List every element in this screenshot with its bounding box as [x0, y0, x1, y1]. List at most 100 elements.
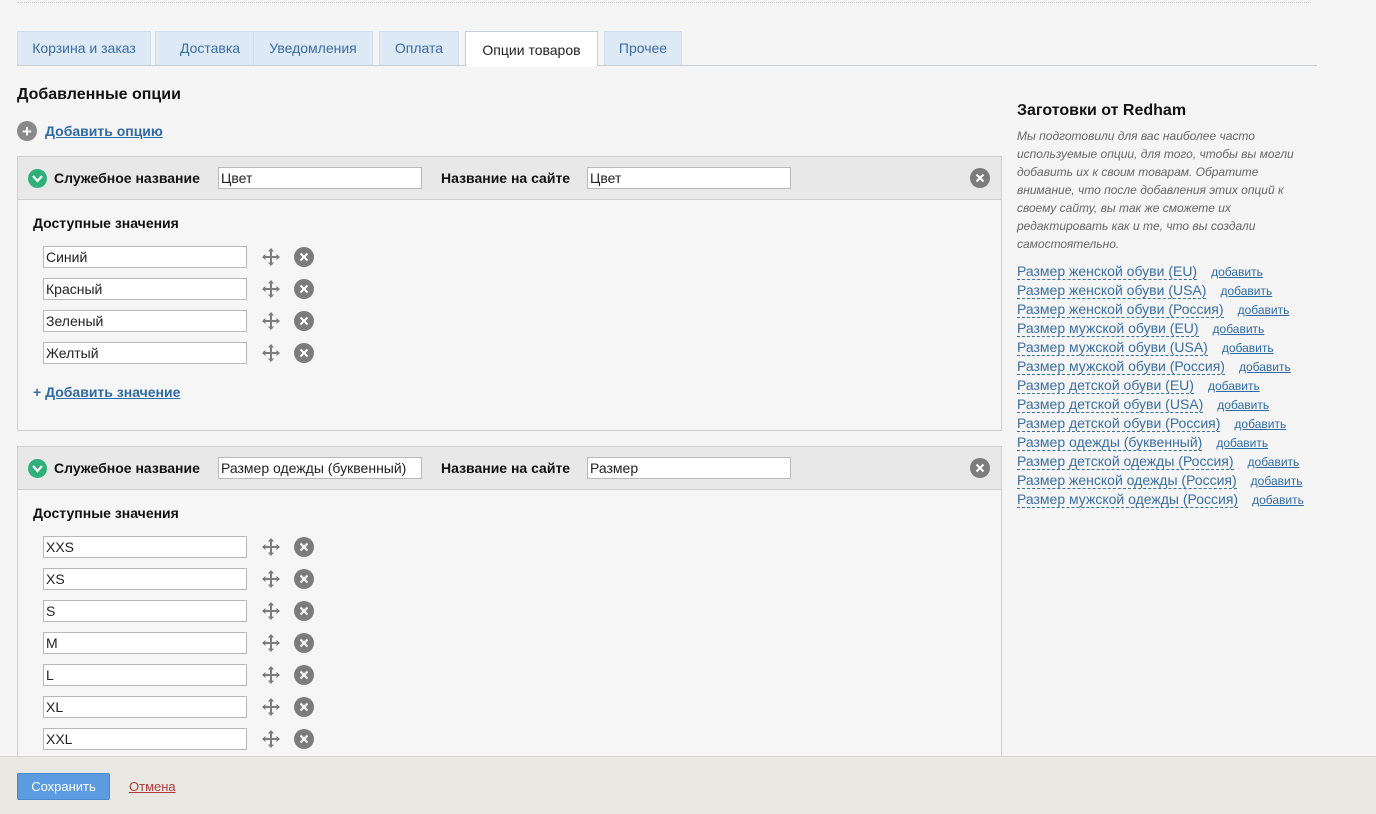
site-name-input[interactable]: [587, 457, 791, 479]
add-value-button[interactable]: + Добавить значение: [33, 384, 180, 400]
preset-add-link[interactable]: добавить: [1239, 360, 1291, 374]
service-name-input[interactable]: [218, 167, 422, 189]
value-input[interactable]: [43, 246, 247, 268]
move-icon[interactable]: [261, 665, 281, 685]
preset-add-link[interactable]: добавить: [1234, 417, 1286, 431]
values-title: Доступные значения: [33, 215, 179, 231]
preset-name[interactable]: Размер мужской обуви (USA): [1017, 339, 1208, 356]
value-row: [43, 696, 323, 718]
value-input[interactable]: [43, 310, 247, 332]
delete-value-icon[interactable]: [294, 311, 314, 331]
preset-add-link[interactable]: добавить: [1216, 436, 1268, 450]
service-name-input[interactable]: [218, 457, 422, 479]
preset-add-link[interactable]: добавить: [1251, 474, 1303, 488]
move-icon[interactable]: [261, 279, 281, 299]
preset-add-link[interactable]: добавить: [1248, 455, 1300, 469]
preset-name[interactable]: Размер детской обуви (Россия): [1017, 415, 1221, 432]
add-value-prefix: +: [33, 384, 42, 400]
preset-name[interactable]: Размер женской обуви (USA): [1017, 282, 1207, 299]
preset-name[interactable]: Размер женской одежды (Россия): [1017, 472, 1237, 489]
add-option-button[interactable]: + Добавить опцию: [17, 121, 163, 141]
value-row: [43, 728, 323, 750]
delete-value-icon[interactable]: [294, 665, 314, 685]
preset-name[interactable]: Размер мужской обуви (EU): [1017, 320, 1199, 337]
delete-value-icon[interactable]: [294, 601, 314, 621]
delete-option-icon[interactable]: [970, 168, 990, 188]
bottom-bar: Сохранить Отмена: [0, 756, 1376, 814]
tab-payment[interactable]: Оплата: [379, 31, 459, 65]
preset-name[interactable]: Размер детской обуви (EU): [1017, 377, 1194, 394]
value-row: [43, 568, 323, 590]
value-row: [43, 278, 323, 300]
presets-description: Мы подготовили для вас наиболее часто ис…: [1017, 129, 1294, 251]
preset-name[interactable]: Размер женской обуви (Россия): [1017, 301, 1224, 318]
delete-value-icon[interactable]: [294, 633, 314, 653]
preset-add-link[interactable]: добавить: [1211, 265, 1263, 279]
preset-add-link[interactable]: добавить: [1238, 303, 1290, 317]
move-icon[interactable]: [261, 697, 281, 717]
tab-other[interactable]: Прочее: [604, 31, 682, 65]
delete-value-icon[interactable]: [294, 729, 314, 749]
move-icon[interactable]: [261, 311, 281, 331]
delete-value-icon[interactable]: [294, 279, 314, 299]
preset-add-link[interactable]: добавить: [1208, 379, 1260, 393]
delete-value-icon[interactable]: [294, 569, 314, 589]
move-icon[interactable]: [261, 537, 281, 557]
move-icon[interactable]: [261, 729, 281, 749]
site-name-label: Название на сайте: [441, 170, 571, 186]
value-input[interactable]: [43, 632, 247, 654]
preset-name[interactable]: Размер женской обуви (EU): [1017, 263, 1198, 280]
delete-value-icon[interactable]: [294, 537, 314, 557]
site-name-input[interactable]: [587, 167, 791, 189]
top-divider: [17, 2, 1311, 3]
delete-option-icon[interactable]: [970, 458, 990, 478]
preset-name[interactable]: Размер мужской обуви (Россия): [1017, 358, 1225, 375]
value-input[interactable]: [43, 664, 247, 686]
preset-name[interactable]: Размер мужской одежды (Россия): [1017, 491, 1239, 508]
settings-tabs: Корзина и заказ Доставка Уведомления Опл…: [17, 31, 1317, 67]
check-icon[interactable]: [28, 169, 47, 188]
tab-cart-and-order[interactable]: Корзина и заказ: [17, 31, 151, 65]
value-input[interactable]: [43, 568, 247, 590]
move-icon[interactable]: [261, 601, 281, 621]
save-button[interactable]: Сохранить: [17, 773, 110, 800]
delete-value-icon[interactable]: [294, 343, 314, 363]
value-input[interactable]: [43, 600, 247, 622]
plus-circle-icon[interactable]: +: [17, 121, 37, 141]
preset-item: Размер мужской обуви (USA) добавить: [1017, 338, 1327, 357]
value-input[interactable]: [43, 728, 247, 750]
option-block-color: Служебное название Название на сайте Дос…: [17, 156, 1002, 431]
preset-add-link[interactable]: добавить: [1252, 493, 1304, 507]
preset-add-link[interactable]: добавить: [1220, 284, 1272, 298]
move-icon[interactable]: [261, 569, 281, 589]
delete-value-icon[interactable]: [294, 697, 314, 717]
tab-delivery[interactable]: Доставка: [155, 31, 265, 65]
move-icon[interactable]: [261, 247, 281, 267]
preset-name[interactable]: Размер детской одежды (Россия): [1017, 453, 1234, 470]
value-input[interactable]: [43, 342, 247, 364]
preset-add-link[interactable]: добавить: [1217, 398, 1269, 412]
preset-name[interactable]: Размер одежды (буквенный): [1017, 434, 1203, 451]
preset-item: Размер женской обуви (EU) добавить: [1017, 262, 1327, 281]
preset-item: Размер женской одежды (Россия) добавить: [1017, 471, 1327, 490]
option-header: Служебное название Название на сайте: [18, 157, 1001, 200]
cancel-link[interactable]: Отмена: [129, 779, 176, 794]
move-icon[interactable]: [261, 343, 281, 363]
value-row: [43, 536, 323, 558]
service-name-label: Служебное название: [54, 170, 200, 186]
preset-name[interactable]: Размер детской обуви (USA): [1017, 396, 1204, 413]
check-icon[interactable]: [28, 459, 47, 478]
value-input[interactable]: [43, 278, 247, 300]
tab-product-options[interactable]: Опции товаров: [465, 31, 598, 67]
value-input[interactable]: [43, 536, 247, 558]
delete-value-icon[interactable]: [294, 247, 314, 267]
option-block-clothing-size: Служебное название Название на сайте Дос…: [17, 446, 1002, 758]
value-row: [43, 600, 323, 622]
preset-add-link[interactable]: добавить: [1213, 322, 1265, 336]
value-input[interactable]: [43, 696, 247, 718]
move-icon[interactable]: [261, 633, 281, 653]
add-value-link[interactable]: Добавить значение: [45, 384, 180, 400]
preset-add-link[interactable]: добавить: [1222, 341, 1274, 355]
add-option-link[interactable]: Добавить опцию: [45, 123, 163, 139]
tab-notifications[interactable]: Уведомления: [253, 31, 373, 65]
